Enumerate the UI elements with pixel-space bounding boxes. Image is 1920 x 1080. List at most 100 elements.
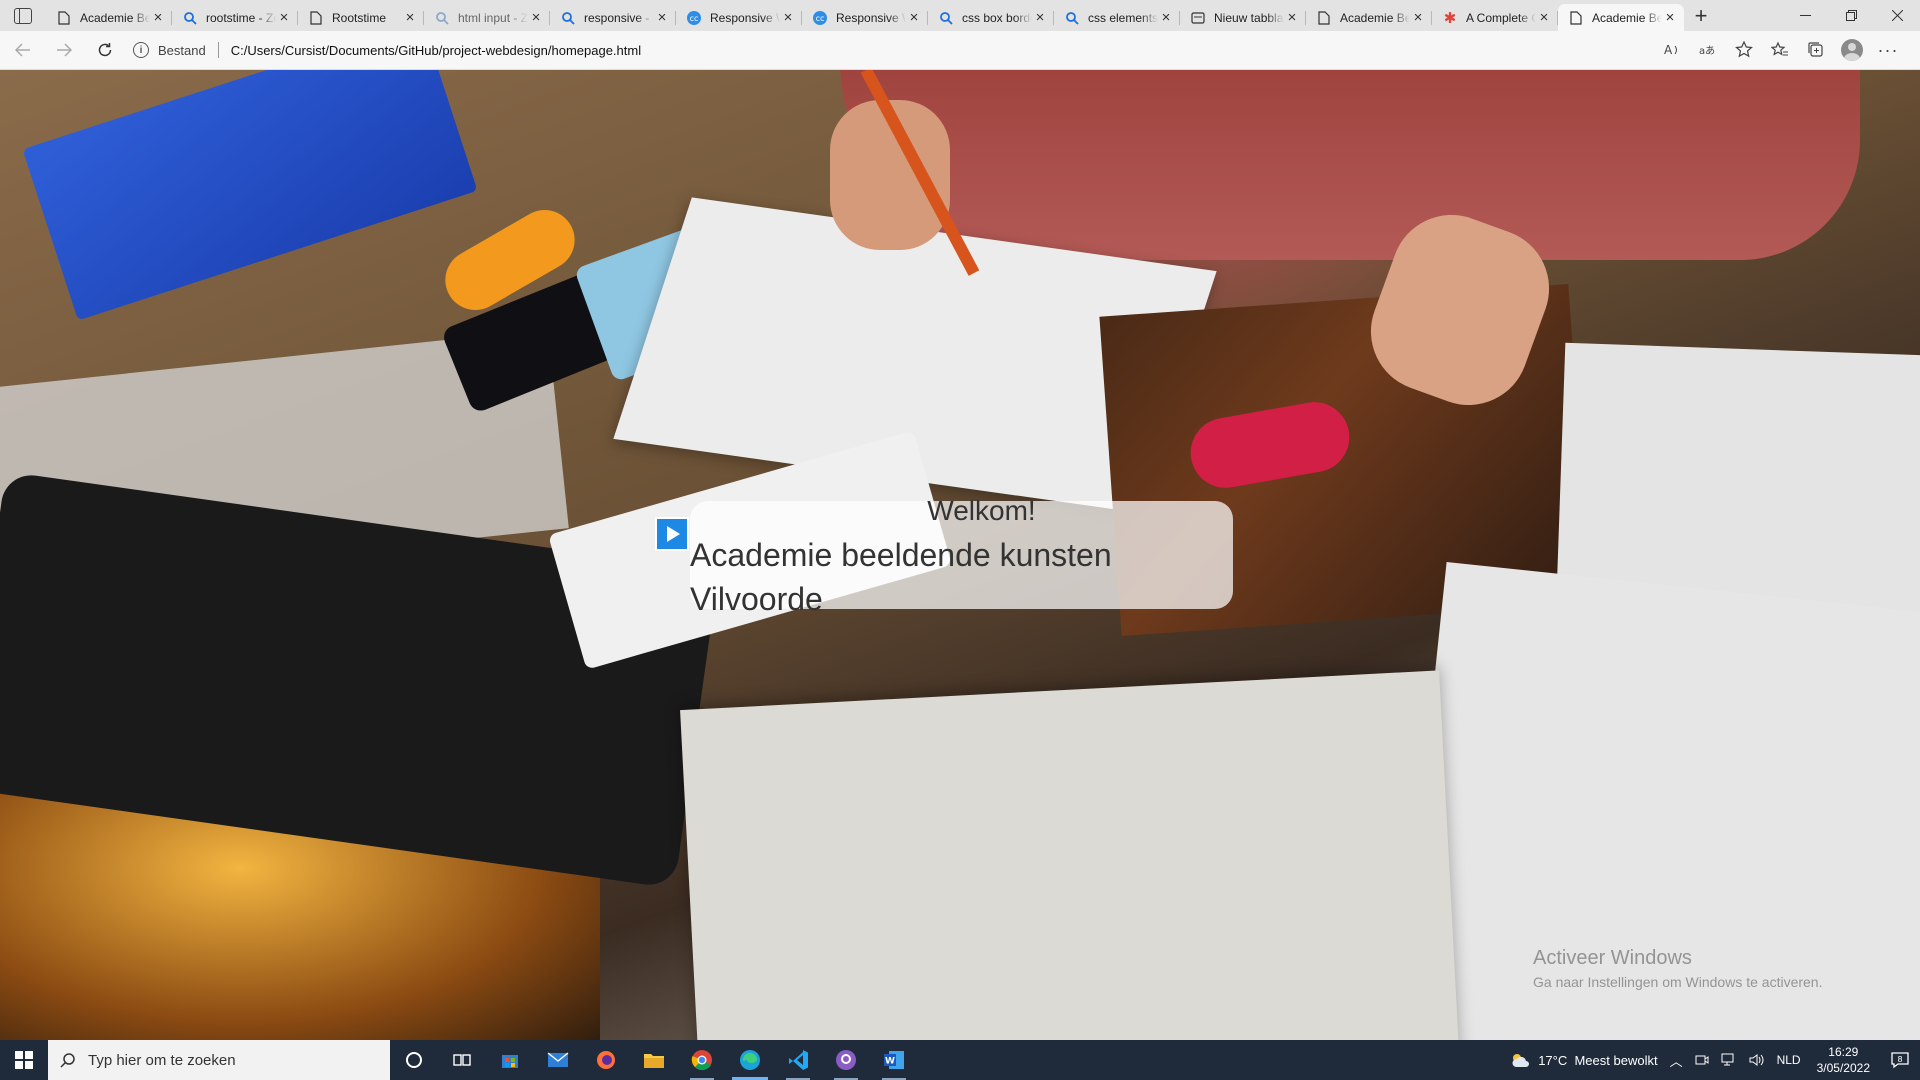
new-tab-button[interactable]: + xyxy=(1684,0,1718,31)
mail-icon[interactable] xyxy=(534,1040,582,1080)
weather-text: 17°C Meest bewolkt xyxy=(1538,1052,1658,1068)
close-icon[interactable]: × xyxy=(1662,9,1678,26)
tab-html-input[interactable]: html input - Zoeken × xyxy=(424,4,550,31)
github-icon[interactable] xyxy=(822,1040,870,1080)
favorites-icon[interactable] xyxy=(1762,35,1798,65)
add-favorite-icon[interactable] xyxy=(1726,35,1762,65)
taskbar-search[interactable]: Typ hier om te zoeken xyxy=(48,1040,390,1080)
search-icon xyxy=(560,10,576,26)
watermark-subtitle: Ga naar Instellingen om Windows te activ… xyxy=(1533,974,1823,990)
translate-icon[interactable]: aあ xyxy=(1690,35,1726,65)
firefox-icon[interactable] xyxy=(582,1040,630,1080)
star-icon: ✱ xyxy=(1443,9,1457,27)
clock-time: 16:29 xyxy=(1828,1045,1859,1059)
show-hidden-icons-chevron-icon[interactable]: ︿ xyxy=(1664,1051,1689,1070)
watermark-title: Activeer Windows xyxy=(1533,947,1692,969)
svg-text:A: A xyxy=(1664,43,1673,57)
close-icon[interactable]: × xyxy=(1284,9,1300,26)
network-icon[interactable] xyxy=(1715,1053,1743,1067)
tab-new-tab[interactable]: Nieuw tabblad × xyxy=(1180,4,1306,31)
collections-icon[interactable] xyxy=(1798,35,1834,65)
close-window-button[interactable] xyxy=(1874,0,1920,31)
close-icon[interactable]: × xyxy=(780,9,796,26)
hero-photo-detail xyxy=(840,70,1860,260)
info-icon[interactable]: i xyxy=(133,42,149,58)
refresh-icon xyxy=(98,43,112,57)
css-icon: cc xyxy=(686,10,702,26)
welcome-title: Welkom! xyxy=(927,495,1036,526)
tab-academie-active[interactable]: Academie Beeldende × xyxy=(1558,4,1684,31)
tab-responsive-web-1[interactable]: cc Responsive Web × xyxy=(676,4,802,31)
close-icon[interactable]: × xyxy=(1032,9,1048,26)
toolbar-icons: A aあ ··· xyxy=(1654,35,1906,65)
omnibox[interactable]: i Bestand C:/Users/Cursist/Documents/Git… xyxy=(133,35,1654,65)
close-icon[interactable]: × xyxy=(654,9,670,26)
page-icon xyxy=(308,10,324,26)
search-icon xyxy=(182,10,198,26)
read-aloud-icon[interactable]: A xyxy=(1654,35,1690,65)
search-icon xyxy=(938,10,954,26)
search-icon xyxy=(434,10,450,26)
task-view-icon[interactable] xyxy=(438,1040,486,1080)
language-indicator[interactable]: NLD xyxy=(1771,1053,1807,1067)
back-button[interactable] xyxy=(5,34,41,66)
window-controls xyxy=(1782,0,1920,31)
store-icon[interactable] xyxy=(486,1040,534,1080)
tab-title: Academie Beeldende xyxy=(1340,10,1410,25)
tab-css-box-border[interactable]: css box border × xyxy=(928,4,1054,31)
welcome-subtitle: Academie beeldende kunsten Vilvoorde xyxy=(690,537,1112,617)
close-icon[interactable]: × xyxy=(150,9,166,26)
close-icon[interactable]: × xyxy=(906,9,922,26)
forward-arrow-icon xyxy=(57,43,72,57)
forward-button[interactable] xyxy=(46,34,82,66)
close-icon[interactable]: × xyxy=(1410,9,1426,26)
close-icon[interactable]: × xyxy=(528,9,544,26)
cloud-sun-icon xyxy=(1512,1054,1530,1067)
welcome-banner: Welkom! Academie beeldende kunsten Vilvo… xyxy=(690,495,1233,617)
avatar xyxy=(1841,39,1863,61)
profile-button[interactable] xyxy=(1834,35,1870,65)
notification-count: 8 xyxy=(1897,1055,1902,1064)
tab-academie-2[interactable]: Academie Beeldende × xyxy=(1306,4,1432,31)
close-icon[interactable]: × xyxy=(276,9,292,26)
close-icon[interactable]: × xyxy=(402,9,418,26)
minimize-button[interactable] xyxy=(1782,0,1828,31)
volume-icon[interactable] xyxy=(1743,1053,1771,1067)
vscode-icon[interactable] xyxy=(774,1040,822,1080)
refresh-button[interactable] xyxy=(87,34,123,66)
edge-icon[interactable] xyxy=(726,1040,774,1080)
close-icon[interactable]: × xyxy=(1158,9,1174,26)
tab-title: css box border xyxy=(962,10,1032,25)
close-icon[interactable]: × xyxy=(1536,9,1552,26)
url-text[interactable]: C:/Users/Cursist/Documents/GitHub/projec… xyxy=(231,43,641,58)
page-icon xyxy=(1316,10,1332,26)
file-explorer-icon[interactable] xyxy=(630,1040,678,1080)
play-button[interactable] xyxy=(655,517,689,551)
chrome-icon[interactable] xyxy=(678,1040,726,1080)
tab-academie-1[interactable]: Academie Beeldende × xyxy=(46,4,172,31)
tab-responsive-web-2[interactable]: cc Responsive Web × xyxy=(802,4,928,31)
tab-complete-guide[interactable]: ✱ A Complete Guide × xyxy=(1432,4,1558,31)
word-icon[interactable]: W xyxy=(870,1040,918,1080)
tab-responsive-search[interactable]: responsive - Zoeken × xyxy=(550,4,676,31)
weather-widget[interactable]: 17°C Meest bewolkt xyxy=(1504,1052,1663,1068)
clock[interactable]: 16:29 3/05/2022 xyxy=(1807,1044,1880,1076)
css-icon: cc xyxy=(812,10,828,26)
more-options-icon[interactable]: ··· xyxy=(1870,35,1906,65)
meet-now-icon[interactable] xyxy=(1689,1053,1715,1067)
tab-rootstime-search[interactable]: rootstime - Zoeken × xyxy=(172,4,298,31)
tab-actions-button[interactable] xyxy=(0,0,46,31)
tab-css-elements[interactable]: css elements × xyxy=(1054,4,1180,31)
tab-title: Nieuw tabblad xyxy=(1214,10,1284,25)
restore-button[interactable] xyxy=(1828,0,1874,31)
tab-title: Responsive Web xyxy=(710,10,780,25)
windows-taskbar: Typ hier om te zoeken W 17°C Meest bewol… xyxy=(0,1040,1920,1080)
svg-text:cc: cc xyxy=(690,14,699,23)
tab-title: Rootstime xyxy=(332,10,387,25)
start-button[interactable] xyxy=(0,1040,48,1080)
tab-title: rootstime - Zoeken xyxy=(206,10,276,25)
notification-center-button[interactable]: 8 xyxy=(1880,1040,1920,1080)
cortana-icon[interactable] xyxy=(390,1040,438,1080)
tab-rootstime[interactable]: Rootstime × xyxy=(298,4,424,31)
svg-text:cc: cc xyxy=(816,14,825,23)
